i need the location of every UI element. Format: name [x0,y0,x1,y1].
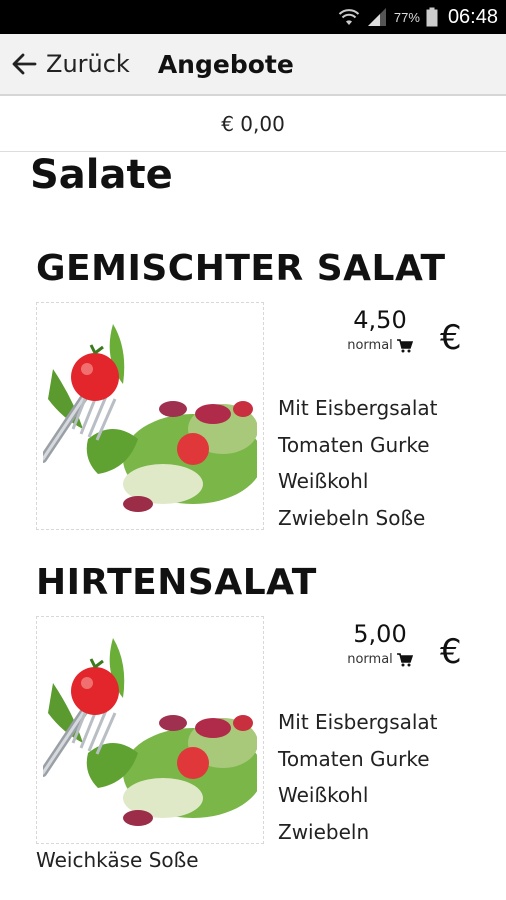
description-line: Tomaten Gurke [278,746,430,771]
signal-icon [367,8,386,26]
page-title: Angebote [157,49,294,79]
status-icons: 77% 06:48 [338,0,498,34]
clock: 06:48 [447,5,498,28]
cart-total: € 0,00 [221,111,285,136]
battery-percent: 77% [393,9,420,25]
status-bar: 77% 06:48 [0,0,506,34]
product-description: Mit Eisbergsalat Tomaten Gurke Weißkohl … [278,704,498,850]
price: 5,00 [353,620,407,648]
wifi-icon [338,9,360,25]
price: 4,50 [353,306,407,334]
product-image[interactable] [36,302,264,530]
product-image[interactable] [36,616,264,844]
description-line: Weichkäse Soße [36,848,199,872]
battery-icon [426,7,438,27]
app-bar: Zurück Angebote [0,34,506,96]
currency-symbol: € [440,318,462,358]
cart-icon [396,652,413,666]
product-description: Mit Eisbergsalat Tomaten Gurke Weißkohl … [278,390,498,536]
size-label: normal [347,338,393,353]
salad-image [43,623,257,837]
description-line: Zwiebeln [278,819,370,844]
description-line: Weißkohl [278,469,369,493]
price-block[interactable]: 4,50 normal [330,306,430,353]
currency-symbol: € [440,632,462,672]
description-line: Weißkohl [278,783,369,807]
cart-icon [396,338,413,352]
category-title: Salate [30,152,173,198]
price-block[interactable]: 5,00 normal [330,620,430,667]
description-line: Zwiebeln Soße [278,505,426,530]
add-to-cart[interactable]: normal [330,652,430,667]
product-card: GEMISCHTER SALAT 4,50 normal € Mit Eisbe… [0,248,506,548]
product-name: GEMISCHTER SALAT [36,248,446,289]
back-label: Zurück [46,50,130,78]
back-button[interactable]: Zurück [0,50,130,78]
product-name: HIRTENSALAT [36,562,317,603]
add-to-cart[interactable]: normal [330,338,430,353]
product-card: HIRTENSALAT 5,00 normal € Mit Eisbergsal… [0,562,506,882]
arrow-left-icon [12,53,37,75]
cart-total-bar[interactable]: € 0,00 [0,96,506,152]
size-label: normal [347,652,393,667]
description-line: Tomaten Gurke [278,432,430,457]
description-line: Mit Eisbergsalat [278,396,438,420]
salad-image [43,309,257,523]
description-line: Mit Eisbergsalat [278,710,438,734]
